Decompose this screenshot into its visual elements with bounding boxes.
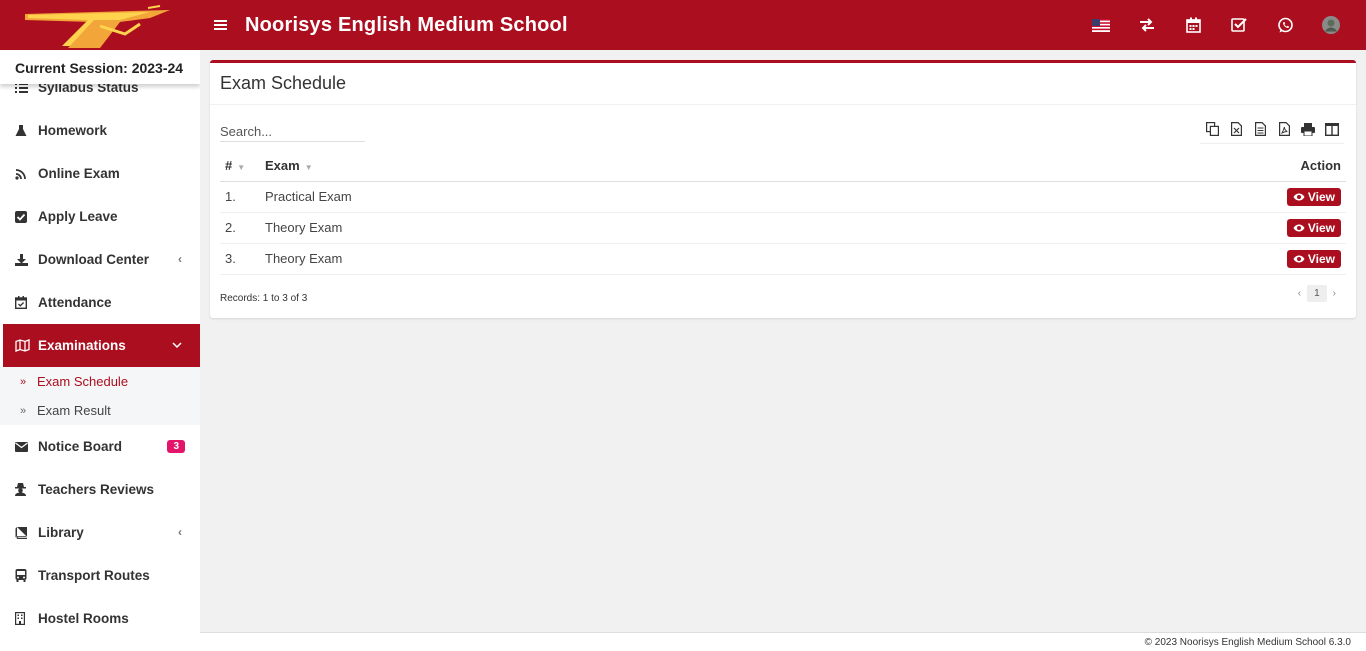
exam-name: Theory Exam: [265, 243, 908, 275]
exam-schedule-table: # ▼ Exam ▼ Action 1. Practical Exam View 2…: [220, 151, 1346, 275]
pagination-prev[interactable]: ‹: [1292, 288, 1307, 299]
us-flag-icon[interactable]: [1078, 0, 1124, 50]
csv-icon[interactable]: [1248, 118, 1272, 140]
submenu-item-exam-result[interactable]: » Exam Result: [0, 396, 200, 425]
sidebar-item-label: Library: [38, 525, 84, 540]
table-row: 3. Theory Exam View: [220, 243, 1346, 275]
sidebar-item-examinations[interactable]: Examinations: [3, 324, 200, 367]
chevron-left-icon: ‹: [178, 525, 182, 539]
eye-icon: [1293, 255, 1305, 262]
view-button[interactable]: View: [1286, 218, 1341, 237]
sidebar-item-online-exam[interactable]: Online Exam: [0, 152, 200, 195]
records-info: Records: 1 to 3 of 3: [220, 293, 308, 304]
school-logo[interactable]: [0, 0, 200, 50]
submenu-item-label: Exam Schedule: [37, 374, 129, 389]
top-navbar: Noorisys English Medium School: [200, 0, 1366, 50]
map-icon: [15, 339, 38, 352]
book-icon: [15, 526, 38, 539]
sidebar-item-label: Homework: [38, 123, 108, 138]
user-avatar-icon[interactable]: [1308, 0, 1354, 50]
search-input[interactable]: [220, 118, 365, 142]
logo-mark-icon: [25, 5, 170, 48]
rss-icon: [15, 168, 38, 180]
flask-icon: [15, 124, 38, 137]
sidebar-item-label: Attendance: [38, 295, 112, 310]
sidebar-item-label: Online Exam: [38, 166, 120, 181]
submenu-item-exam-schedule[interactable]: » Exam Schedule: [0, 367, 200, 396]
page-title: Exam Schedule: [210, 63, 1356, 105]
sidebar-menu: Syllabus Status Homework Online Exam App…: [0, 66, 200, 640]
double-chevron-right-icon: »: [20, 404, 27, 417]
print-icon[interactable]: [1296, 118, 1320, 140]
switch-icon[interactable]: [1124, 0, 1170, 50]
pagination: ‹ 1 ›: [1292, 285, 1342, 302]
excel-icon[interactable]: [1224, 118, 1248, 140]
table-row: 1. Practical Exam View: [220, 181, 1346, 213]
download-icon: [15, 253, 38, 266]
check-square-icon[interactable]: [1216, 0, 1262, 50]
sidebar-item-label: Notice Board: [38, 439, 123, 454]
check-square-icon: [15, 210, 38, 223]
view-button[interactable]: View: [1286, 187, 1341, 206]
column-header-action: Action: [907, 151, 1346, 182]
double-chevron-right-icon: »: [20, 375, 27, 388]
sidebar-item-label: Apply Leave: [38, 209, 118, 224]
header-actions: [1078, 0, 1354, 50]
column-header-number[interactable]: # ▼: [220, 151, 265, 182]
column-header-exam[interactable]: Exam ▼: [265, 151, 908, 182]
sidebar-item-label: Download Center: [38, 252, 150, 267]
exam-name: Practical Exam: [265, 181, 908, 213]
bus-icon: [15, 569, 38, 582]
table-header-row: # ▼ Exam ▼ Action: [220, 151, 1346, 182]
submenu-item-label: Exam Result: [37, 403, 111, 418]
sidebar-item-transport-routes[interactable]: Transport Routes: [0, 554, 200, 597]
pagination-page[interactable]: 1: [1307, 285, 1327, 302]
sidebar-item-download-center[interactable]: Download Center ‹: [0, 238, 200, 281]
columns-icon[interactable]: [1320, 118, 1344, 140]
chevron-left-icon: ‹: [178, 252, 182, 266]
row-number: 2.: [220, 212, 265, 244]
sidebar-item-notice-board[interactable]: Notice Board 3: [0, 425, 200, 468]
sidebar-item-library[interactable]: Library ‹: [0, 511, 200, 554]
exam-schedule-panel: Exam Schedule #▼ Exam▼ Action: [210, 60, 1356, 318]
exam-name: Theory Exam: [265, 212, 908, 244]
export-toolbar: [1200, 118, 1344, 144]
envelope-icon: [15, 441, 38, 452]
calendar-icon[interactable]: [1170, 0, 1216, 50]
eye-icon: [1293, 193, 1305, 200]
view-button[interactable]: View: [1286, 249, 1341, 268]
sidebar-item-label: Teachers Reviews: [38, 482, 155, 497]
sort-icon: ▼: [304, 163, 313, 173]
eye-icon: [1293, 224, 1305, 231]
chevron-down-icon: [172, 338, 182, 352]
current-session[interactable]: Current Session: 2023-24: [0, 50, 200, 84]
copy-icon[interactable]: [1200, 118, 1224, 140]
user-secret-icon: [15, 483, 38, 496]
hamburger-menu-icon[interactable]: [214, 15, 232, 36]
footer: © 2023 Noorisys English Medium School 6.…: [200, 632, 1366, 651]
sidebar: Current Session: 2023-24 Syllabus Status…: [0, 50, 200, 651]
pdf-icon[interactable]: [1272, 118, 1296, 140]
building-icon: [15, 612, 38, 625]
sidebar-item-hostel-rooms[interactable]: Hostel Rooms: [0, 597, 200, 640]
table-row: 2. Theory Exam View: [220, 212, 1346, 244]
sidebar-item-label: Examinations: [38, 338, 126, 353]
sidebar-item-label: Transport Routes: [38, 568, 150, 583]
examinations-submenu: » Exam Schedule » Exam Result: [0, 367, 200, 425]
sort-icon: ▼: [237, 163, 246, 173]
calendar-check-icon: [15, 296, 38, 309]
row-number: 1.: [220, 181, 265, 213]
school-title: Noorisys English Medium School: [245, 13, 568, 36]
whatsapp-icon[interactable]: [1262, 0, 1308, 50]
pagination-next[interactable]: ›: [1327, 288, 1342, 299]
sidebar-item-attendance[interactable]: Attendance: [0, 281, 200, 324]
sidebar-item-apply-leave[interactable]: Apply Leave: [0, 195, 200, 238]
notice-count-badge: 3: [167, 440, 185, 453]
sidebar-item-teachers-reviews[interactable]: Teachers Reviews: [0, 468, 200, 511]
sidebar-item-label: Hostel Rooms: [38, 611, 129, 626]
row-number: 3.: [220, 243, 265, 275]
sidebar-item-homework[interactable]: Homework: [0, 109, 200, 152]
